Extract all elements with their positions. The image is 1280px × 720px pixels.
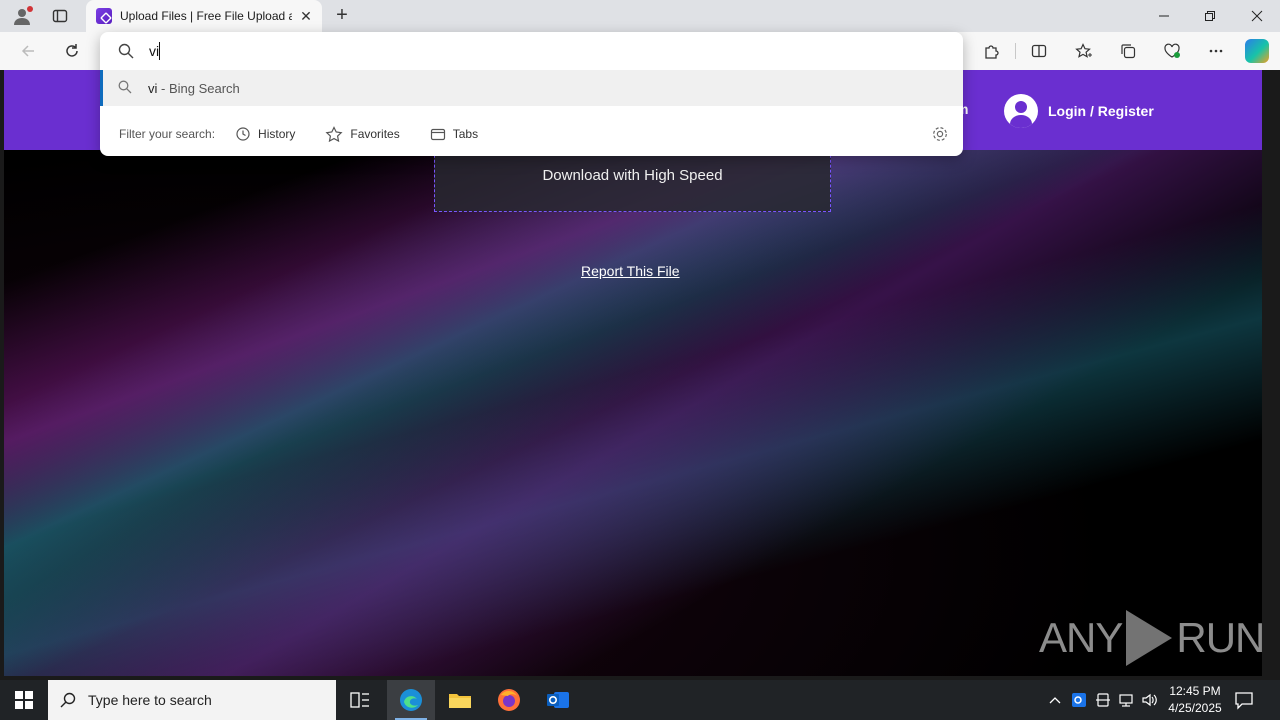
device-icon (1096, 693, 1110, 707)
taskbar-file-explorer[interactable] (436, 680, 484, 720)
favorites-icon[interactable] (1071, 39, 1097, 63)
filter-favorites[interactable]: Favorites (325, 126, 400, 142)
task-view-icon (350, 692, 369, 708)
new-tab-button[interactable]: + (330, 4, 354, 28)
windows-taskbar: Type here to search 12:45 PM 4/25/2025 (0, 680, 1280, 720)
filter-tabs[interactable]: Tabs (430, 126, 478, 142)
taskbar-clock[interactable]: 12:45 PM 4/25/2025 (1160, 683, 1230, 717)
clock-time: 12:45 PM (1169, 684, 1221, 698)
tab-actions-icon[interactable] (46, 4, 74, 28)
folder-icon (449, 694, 471, 708)
copilot-icon[interactable] (1245, 39, 1269, 63)
anyrun-watermark: ANY RUN (1039, 610, 1262, 666)
collections-icon[interactable] (1115, 39, 1141, 63)
notification-center-button[interactable] (1234, 690, 1258, 710)
star-icon (325, 126, 343, 142)
taskbar-edge[interactable] (387, 680, 435, 720)
search-icon (60, 692, 76, 708)
taskbar-search-placeholder: Type here to search (88, 692, 212, 708)
search-icon (118, 43, 136, 61)
start-button[interactable] (0, 680, 48, 720)
report-file-link[interactable]: Report This File (581, 263, 680, 279)
more-options-icon[interactable] (1203, 39, 1229, 63)
search-icon (118, 80, 132, 99)
minimize-button[interactable] (1141, 0, 1187, 32)
profile-icon[interactable] (8, 4, 36, 28)
notification-dot (27, 6, 33, 12)
firefox-icon (498, 689, 520, 711)
tray-outlook[interactable] (1069, 680, 1089, 720)
taskbar-search-box[interactable]: Type here to search (48, 680, 336, 720)
browser-essentials-icon[interactable] (1159, 39, 1185, 63)
bing-search-suggestion[interactable]: vi - Bing Search (100, 70, 963, 106)
network-icon (1119, 694, 1133, 707)
close-tab-icon[interactable]: ✕ (298, 8, 314, 24)
suggestion-suffix: - Bing Search (157, 80, 240, 96)
user-avatar-icon (1004, 94, 1038, 128)
login-register-label: Login / Register (1048, 103, 1154, 119)
address-input[interactable]: vi (149, 43, 159, 59)
play-logo-icon (1126, 610, 1173, 666)
restore-button[interactable] (1187, 0, 1233, 32)
suggestion-text: vi - Bing Search (148, 81, 240, 96)
edge-icon (400, 689, 422, 711)
volume-icon (1142, 693, 1157, 707)
taskbar-outlook[interactable] (534, 680, 582, 720)
notification-icon (1235, 692, 1253, 710)
filter-history[interactable]: History (235, 126, 295, 142)
filter-favorites-label: Favorites (350, 127, 400, 141)
outlook-icon (547, 692, 569, 708)
chevron-up-icon (1049, 697, 1061, 704)
taskbar-firefox[interactable] (485, 680, 533, 720)
back-icon[interactable] (15, 39, 41, 63)
clock-date: 4/25/2025 (1168, 701, 1222, 715)
refresh-icon[interactable] (59, 39, 85, 63)
web-page: m Login / Register Download with High Sp… (4, 70, 1262, 676)
download-label: Download with High Speed (542, 167, 723, 184)
watermark-left: ANY (1039, 614, 1123, 661)
task-view-button[interactable] (336, 680, 384, 720)
login-register-link[interactable]: Login / Register (1004, 94, 1154, 128)
site-favicon-icon (96, 8, 112, 24)
selection-indicator (100, 70, 103, 106)
extensions-icon[interactable] (978, 39, 1004, 63)
gear-icon[interactable] (931, 125, 949, 146)
close-window-button[interactable] (1234, 0, 1280, 32)
tray-volume[interactable] (1140, 680, 1160, 720)
text-caret (159, 42, 160, 60)
filter-tabs-label: Tabs (452, 127, 479, 141)
tray-device[interactable] (1093, 680, 1113, 720)
filter-label: Filter your search: (119, 127, 216, 141)
watermark-right: RUN (1176, 614, 1262, 661)
split-screen-icon[interactable] (1026, 39, 1052, 63)
tab-title: Upload Files | Free File Upload and (120, 9, 292, 23)
windows-logo-icon (15, 691, 33, 709)
search-filter-row: Filter your search: History Favorites Ta… (100, 116, 963, 152)
toolbar-divider (1015, 43, 1016, 59)
show-hidden-icons[interactable] (1045, 680, 1065, 720)
tray-network[interactable] (1116, 680, 1136, 720)
active-tab[interactable]: Upload Files | Free File Upload and ✕ (86, 0, 322, 32)
history-icon (236, 127, 250, 141)
tab-strip: Upload Files | Free File Upload and ✕ + (0, 0, 1280, 32)
filter-history-label: History (258, 127, 296, 141)
address-bar-dropdown: vi vi - Bing Search Filter your search: … (100, 32, 963, 156)
suggestion-query: vi (148, 80, 158, 96)
outlook-tray-icon (1072, 693, 1086, 707)
tabs-icon (430, 128, 445, 141)
